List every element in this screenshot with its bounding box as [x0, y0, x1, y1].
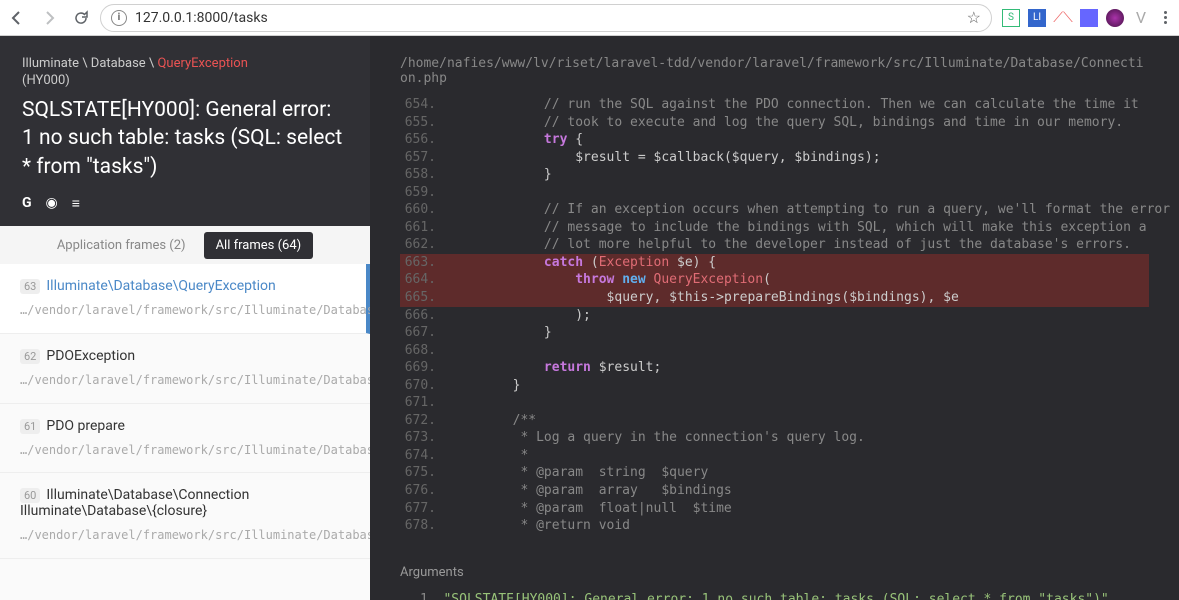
- tab-application-frames[interactable]: Application frames (2): [57, 238, 186, 253]
- code-line: 675. * @param string $query: [400, 464, 1149, 482]
- code-line: 661. // message to include the bindings …: [400, 219, 1149, 237]
- ext-icon-3[interactable]: ⟋⟍: [1054, 9, 1072, 27]
- frames-list: 63Illuminate\Database\QueryException …/v…: [0, 264, 370, 600]
- code-line: 657. $result = $callback($query, $bindin…: [400, 149, 1149, 167]
- search-tools: G ◉ ≡: [22, 195, 348, 212]
- argument-item: 1. "SQLSTATE[HY000]: General error: 1 no…: [400, 592, 1149, 600]
- stackoverflow-search-icon[interactable]: ≡: [72, 195, 80, 212]
- ext-icon-2[interactable]: LI: [1028, 9, 1046, 27]
- browser-toolbar: i 127.0.0.1:8000/tasks ☆ S LI ⟋⟍ V: [0, 0, 1179, 36]
- forward-button[interactable]: [40, 9, 58, 27]
- stack-frame[interactable]: 61PDO prepare …/vendor/laravel/framework…: [0, 404, 370, 474]
- error-header: Illuminate \ Database \ QueryException (…: [0, 36, 370, 226]
- code-line: 655. // took to execute and log the quer…: [400, 114, 1149, 132]
- code-line: 663. catch (Exception $e) {: [400, 254, 1149, 272]
- bookmark-star-icon[interactable]: ☆: [967, 8, 981, 27]
- duck-search-icon[interactable]: ◉: [46, 195, 58, 212]
- code-line: 674. *: [400, 447, 1149, 465]
- code-line: 654. // run the SQL against the PDO conn…: [400, 96, 1149, 114]
- browser-menu-button[interactable]: [1160, 11, 1171, 24]
- code-line: 671.: [400, 394, 1149, 412]
- extension-icons: S LI ⟋⟍ V: [1002, 9, 1150, 27]
- arguments-title: Arguments: [400, 565, 1149, 580]
- code-line: 672. /**: [400, 412, 1149, 430]
- code-block: 654. // run the SQL against the PDO conn…: [370, 96, 1179, 535]
- error-message: SQLSTATE[HY000]: General error: 1 no suc…: [22, 96, 348, 181]
- code-line: 676. * @param array $bindings: [400, 482, 1149, 500]
- code-line: 662. // lot more helpful to the develope…: [400, 236, 1149, 254]
- code-line: 678. * @return void: [400, 517, 1149, 535]
- url-text: 127.0.0.1:8000/tasks: [135, 10, 268, 26]
- code-line: 668.: [400, 342, 1149, 360]
- ext-icon-1[interactable]: S: [1002, 9, 1020, 27]
- address-bar[interactable]: i 127.0.0.1:8000/tasks ☆: [100, 4, 992, 32]
- tab-all-frames[interactable]: All frames (64): [204, 232, 314, 259]
- code-line: 660. // If an exception occurs when atte…: [400, 201, 1149, 219]
- code-line: 669. return $result;: [400, 359, 1149, 377]
- code-line: 658. }: [400, 166, 1149, 184]
- site-info-icon[interactable]: i: [111, 10, 127, 26]
- reload-button[interactable]: [72, 9, 90, 27]
- google-search-icon[interactable]: G: [22, 195, 32, 212]
- stack-frame[interactable]: 63Illuminate\Database\QueryException …/v…: [0, 264, 370, 334]
- code-line: 665. $query, $this->prepareBindings($bin…: [400, 289, 1149, 307]
- code-line: 666. );: [400, 307, 1149, 325]
- stack-frame[interactable]: 62PDOException …/vendor/laravel/framewor…: [0, 334, 370, 404]
- ext-icon-5[interactable]: [1106, 9, 1124, 27]
- file-path: /home/nafies/www/lv/riset/laravel-tdd/ve…: [370, 36, 1179, 96]
- code-line: 673. * Log a query in the connection's q…: [400, 429, 1149, 447]
- back-button[interactable]: [8, 9, 26, 27]
- frame-tabs: Application frames (2) All frames (64): [0, 226, 370, 264]
- code-line: 664. throw new QueryException(: [400, 271, 1149, 289]
- ext-icon-6[interactable]: V: [1132, 9, 1150, 27]
- exception-namespace: Illuminate \ Database \ QueryException: [22, 56, 348, 71]
- error-code: (HY000): [22, 73, 348, 88]
- stack-frame[interactable]: 60Illuminate\Database\Connection Illumin…: [0, 473, 370, 559]
- code-line: 659.: [400, 184, 1149, 202]
- arguments-section: Arguments 1. "SQLSTATE[HY000]: General e…: [370, 549, 1179, 600]
- code-line: 670. }: [400, 377, 1149, 395]
- code-line: 656. try {: [400, 131, 1149, 149]
- code-line: 667. }: [400, 324, 1149, 342]
- code-line: 677. * @param float|null $time: [400, 500, 1149, 518]
- ext-icon-4[interactable]: [1080, 9, 1098, 27]
